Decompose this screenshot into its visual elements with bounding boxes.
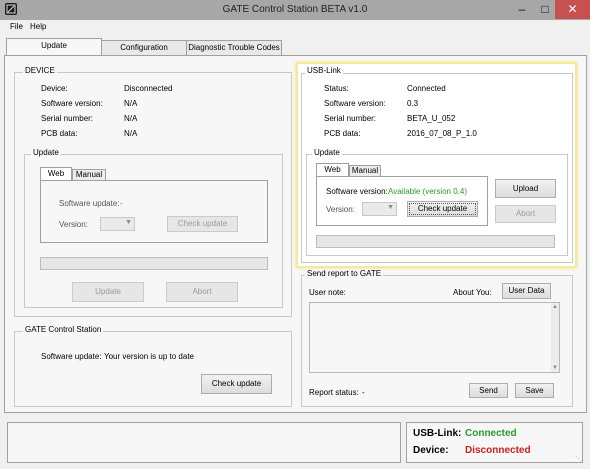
user-data-button[interactable]: User Data	[502, 283, 551, 299]
send-button[interactable]: Send	[469, 383, 508, 398]
scroll-up-icon[interactable]: ▲	[552, 304, 558, 310]
device-update-button[interactable]: Update	[72, 282, 144, 302]
usb-abort-button[interactable]: Abort	[495, 205, 556, 223]
usb-software-version-label: Software version:	[324, 99, 386, 108]
usb-software-version-value: 0.3	[407, 99, 419, 108]
menu-file[interactable]: File	[10, 22, 23, 31]
statusbar-device-label: Device:	[413, 445, 449, 456]
usb-update-progress	[316, 235, 555, 248]
usb-update-legend: Update	[312, 148, 342, 157]
device-version-label: Version:	[59, 220, 88, 229]
device-tab-web[interactable]: Web	[40, 167, 72, 180]
usb-check-update-button[interactable]: Check update	[407, 201, 478, 217]
window-title: GATE Control Station BETA v1.0	[222, 4, 368, 15]
usb-status-label: Status:	[324, 84, 349, 93]
device-update-progress	[40, 257, 268, 270]
usb-serial-number-value: BETA_U_052	[407, 114, 456, 123]
scroll-down-icon[interactable]: ▼	[552, 365, 558, 371]
device-tab-manual[interactable]: Manual	[72, 169, 106, 180]
device-serial-number-value: N/A	[124, 114, 138, 123]
device-web-panel	[40, 180, 268, 243]
close-button[interactable]: ✕	[555, 0, 590, 19]
usb-pcb-data-value: 2016_07_08_P_1.0	[407, 129, 477, 138]
device-software-update-label: Software update:	[59, 199, 120, 208]
minimize-button[interactable]: –	[509, 0, 535, 19]
chevron-down-icon: ▼	[387, 204, 394, 211]
device-pcb-data-value: N/A	[124, 129, 138, 138]
resize-grip-icon[interactable]: ⋱	[575, 455, 583, 463]
usb-status-value: Connected	[407, 84, 446, 93]
report-status-value: -	[362, 388, 365, 397]
usb-tab-web[interactable]: Web	[316, 163, 349, 176]
usb-version-select[interactable]: ▼	[362, 202, 397, 216]
device-pcb-data-label: PCB data:	[41, 129, 78, 138]
gate-software-update-label: Software update:	[41, 352, 102, 361]
chevron-down-icon: ▼	[125, 219, 132, 226]
device-serial-number-label: Serial number:	[41, 114, 94, 123]
textarea-scrollbar[interactable]: ▲ ▼	[551, 303, 559, 372]
device-update-legend: Update	[31, 148, 61, 157]
gate-check-update-button[interactable]: Check update	[201, 374, 272, 394]
device-version-select[interactable]: ▼	[100, 217, 135, 231]
gate-station-group	[14, 331, 292, 407]
device-software-update-value: -	[120, 199, 123, 208]
statusbar-usb-value: Connected	[465, 428, 517, 439]
gate-software-update-value: Your version is up to date	[104, 352, 194, 361]
usb-version-label: Version:	[326, 205, 355, 214]
statusbar-usb-label: USB-Link:	[413, 428, 462, 439]
tab-configuration[interactable]: Configuration	[101, 40, 187, 55]
maximize-button[interactable]: □	[535, 0, 555, 19]
statusbar-device-value: Disconnected	[465, 445, 531, 456]
report-status-label: Report status:	[309, 388, 359, 397]
device-software-version-label: Software version:	[41, 99, 103, 108]
usb-software-version-avail-label: Software version:	[326, 187, 388, 196]
usb-upload-button[interactable]: Upload	[495, 179, 556, 198]
usb-tab-manual[interactable]: Manual	[349, 165, 381, 176]
device-software-version-value: N/A	[124, 99, 138, 108]
tab-diagnostic-trouble-codes[interactable]: Diagnostic Trouble Codes	[186, 40, 282, 55]
gate-station-legend: GATE Control Station	[23, 325, 104, 334]
device-legend: DEVICE	[23, 66, 57, 75]
usb-pcb-data-label: PCB data:	[324, 129, 361, 138]
usb-serial-number-label: Serial number:	[324, 114, 377, 123]
device-check-update-button[interactable]: Check update	[167, 216, 238, 232]
user-note-label: User note:	[309, 288, 346, 297]
tab-update[interactable]: Update	[6, 38, 102, 56]
report-legend: Send report to GATE	[305, 269, 384, 278]
about-you-label: About You:	[453, 288, 492, 297]
device-label: Device:	[41, 84, 68, 93]
usb-link-legend: USB-Link	[305, 66, 343, 75]
save-button[interactable]: Save	[515, 383, 554, 398]
menu-help[interactable]: Help	[30, 22, 46, 31]
user-note-textarea[interactable]	[309, 302, 560, 373]
statusbar-message-area	[7, 422, 401, 463]
menu-bar	[0, 20, 590, 34]
device-value: Disconnected	[124, 84, 173, 93]
device-abort-button[interactable]: Abort	[166, 282, 238, 302]
usb-software-version-avail-value: Available (version 0.4)	[388, 187, 468, 196]
